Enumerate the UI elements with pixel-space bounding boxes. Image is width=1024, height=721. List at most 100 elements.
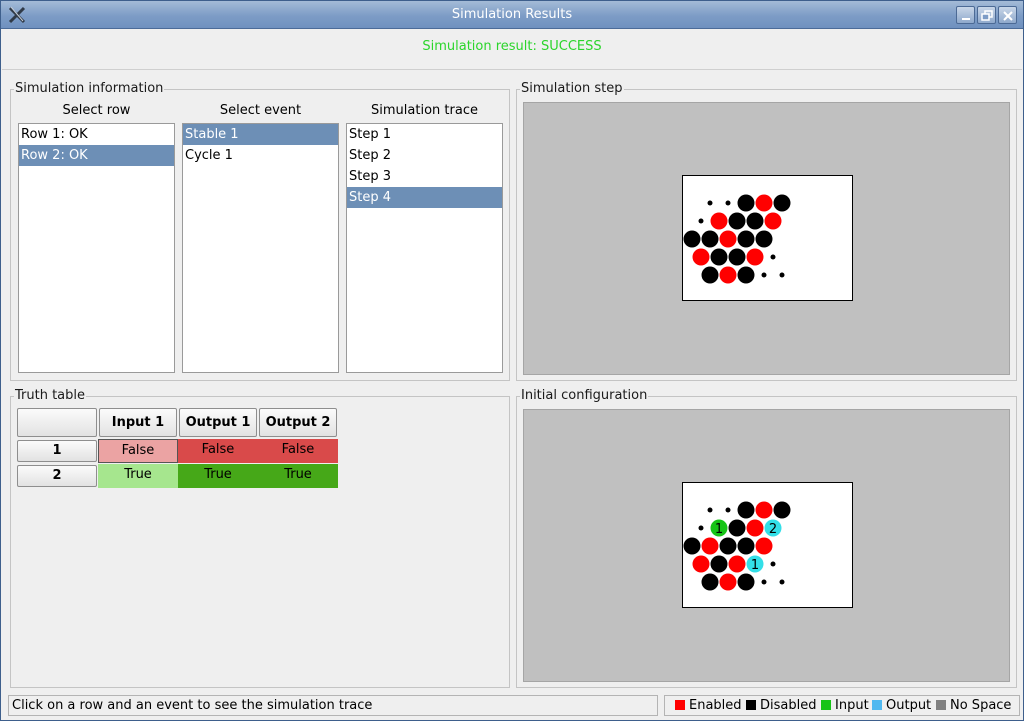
trace-step-1[interactable]: Step 1: [347, 124, 502, 145]
simulation-step-board: [682, 175, 853, 301]
empty-position-dot: [725, 200, 731, 206]
cell-port-label: 1: [751, 558, 759, 573]
black-cell: [701, 573, 719, 591]
red-cell: [701, 537, 719, 555]
trace-step-4[interactable]: Step 4: [347, 187, 502, 208]
simulation-trace-list[interactable]: Step 1 Step 2 Step 3 Step 4: [346, 123, 503, 373]
enabled-swatch: [675, 700, 685, 710]
black-cell: [746, 212, 764, 230]
event-item-cycle-1[interactable]: Cycle 1: [183, 145, 338, 166]
black-cell: [755, 230, 773, 248]
red-cell: [719, 230, 737, 248]
black-cell: [710, 555, 728, 573]
event-item-stable-1[interactable]: Stable 1: [183, 124, 338, 145]
input-swatch: [821, 700, 831, 710]
empty-position-dot: [707, 200, 713, 206]
disabled-swatch: [746, 700, 756, 710]
trace-step-3[interactable]: Step 3: [347, 166, 502, 187]
close-icon: [1003, 11, 1013, 21]
header-output-2[interactable]: Output 2: [259, 408, 337, 437]
red-cell: [746, 519, 764, 537]
red-cell: [728, 555, 746, 573]
red-cell: [719, 266, 737, 284]
black-cell: [737, 230, 755, 248]
black-cell: [719, 537, 737, 555]
legend-disabled: Disabled: [746, 696, 816, 715]
row-header-1[interactable]: 1: [17, 440, 97, 462]
cell-r1-output-1[interactable]: False: [178, 439, 258, 463]
truth-table-corner[interactable]: [17, 408, 97, 437]
trace-step-2[interactable]: Step 2: [347, 145, 502, 166]
red-cell: [746, 248, 764, 266]
black-cell: [728, 519, 746, 537]
step-board-graphic: [683, 194, 791, 284]
empty-position-dot: [779, 272, 785, 278]
black-cell: [683, 230, 701, 248]
red-cell: [755, 194, 773, 212]
minimize-icon: [962, 18, 970, 20]
select-row-list[interactable]: Row 1: OK Row 2: OK: [18, 123, 175, 373]
simulation-step-group: Simulation step: [516, 81, 1017, 381]
empty-position-dot: [761, 272, 767, 278]
empty-position-dot: [698, 218, 704, 224]
initial-board-graphic: 1 2 1: [683, 501, 791, 591]
window-title: Simulation Results: [451, 7, 573, 22]
black-cell: [737, 194, 755, 212]
red-cell: [692, 555, 710, 573]
legend-input-label: Input: [835, 698, 869, 713]
red-cell: [755, 501, 773, 519]
cell-port-label: 2: [769, 522, 777, 537]
initial-configuration-group: Initial configuration 1 2 1: [516, 388, 1017, 688]
empty-position-dot: [770, 254, 776, 260]
cell-r2-input-1[interactable]: True: [98, 464, 178, 488]
output-swatch: [872, 700, 882, 710]
black-cell: [737, 573, 755, 591]
empty-position-dot: [761, 579, 767, 585]
header-output-1[interactable]: Output 1: [179, 408, 257, 437]
select-event-list[interactable]: Stable 1 Cycle 1: [182, 123, 339, 373]
red-cell: [692, 248, 710, 266]
title-bar[interactable]: Simulation Results: [1, 1, 1023, 29]
black-cell: [737, 537, 755, 555]
legend: Enabled Disabled Input Output No Space: [664, 695, 1020, 716]
empty-position-dot: [707, 507, 713, 513]
simulation-results-window: Simulation Results Simulation result: SU…: [0, 0, 1024, 721]
cell-r2-output-1[interactable]: True: [178, 464, 258, 488]
legend-disabled-label: Disabled: [760, 698, 817, 713]
cell-port-label: 1: [715, 522, 723, 537]
no-space-swatch: [936, 700, 946, 710]
initial-configuration-board: 1 2 1: [682, 482, 853, 608]
empty-position-dot: [698, 525, 704, 531]
minimize-button[interactable]: [956, 6, 975, 24]
empty-position-dot: [779, 579, 785, 585]
simulation-step-title: Simulation step: [520, 81, 624, 97]
legend-enabled: Enabled: [675, 696, 742, 715]
simulation-result-text: Simulation result: SUCCESS: [422, 39, 602, 54]
truth-table-title: Truth table: [14, 388, 87, 404]
row-header-2[interactable]: 2: [17, 465, 97, 487]
black-cell: [773, 501, 791, 519]
cell-r1-input-1[interactable]: False: [98, 439, 178, 463]
restore-icon: [981, 10, 993, 21]
close-button[interactable]: [998, 6, 1017, 24]
result-bar: Simulation result: SUCCESS: [2, 30, 1022, 70]
empty-position-dot: [770, 561, 776, 567]
red-cell: [719, 573, 737, 591]
simulation-information-group: Simulation information Select row Row 1:…: [10, 81, 510, 381]
black-cell: [737, 501, 755, 519]
cell-r2-output-2[interactable]: True: [258, 464, 338, 488]
black-cell: [683, 537, 701, 555]
legend-output: Output: [872, 696, 931, 715]
simulation-information-title: Simulation information: [14, 81, 165, 97]
legend-enabled-label: Enabled: [689, 698, 742, 713]
black-cell: [701, 230, 719, 248]
truth-table-group: Truth table Input 1 Output 1 Output 2 1 …: [10, 388, 510, 688]
maximize-button[interactable]: [977, 6, 996, 24]
simulation-trace-header: Simulation trace: [371, 103, 478, 118]
select-event-header: Select event: [219, 103, 302, 118]
initial-configuration-title: Initial configuration: [520, 388, 649, 404]
row-item-1[interactable]: Row 1: OK: [19, 124, 174, 145]
cell-r1-output-2[interactable]: False: [258, 439, 338, 463]
row-item-2[interactable]: Row 2: OK: [19, 145, 174, 166]
header-input-1[interactable]: Input 1: [99, 408, 177, 437]
